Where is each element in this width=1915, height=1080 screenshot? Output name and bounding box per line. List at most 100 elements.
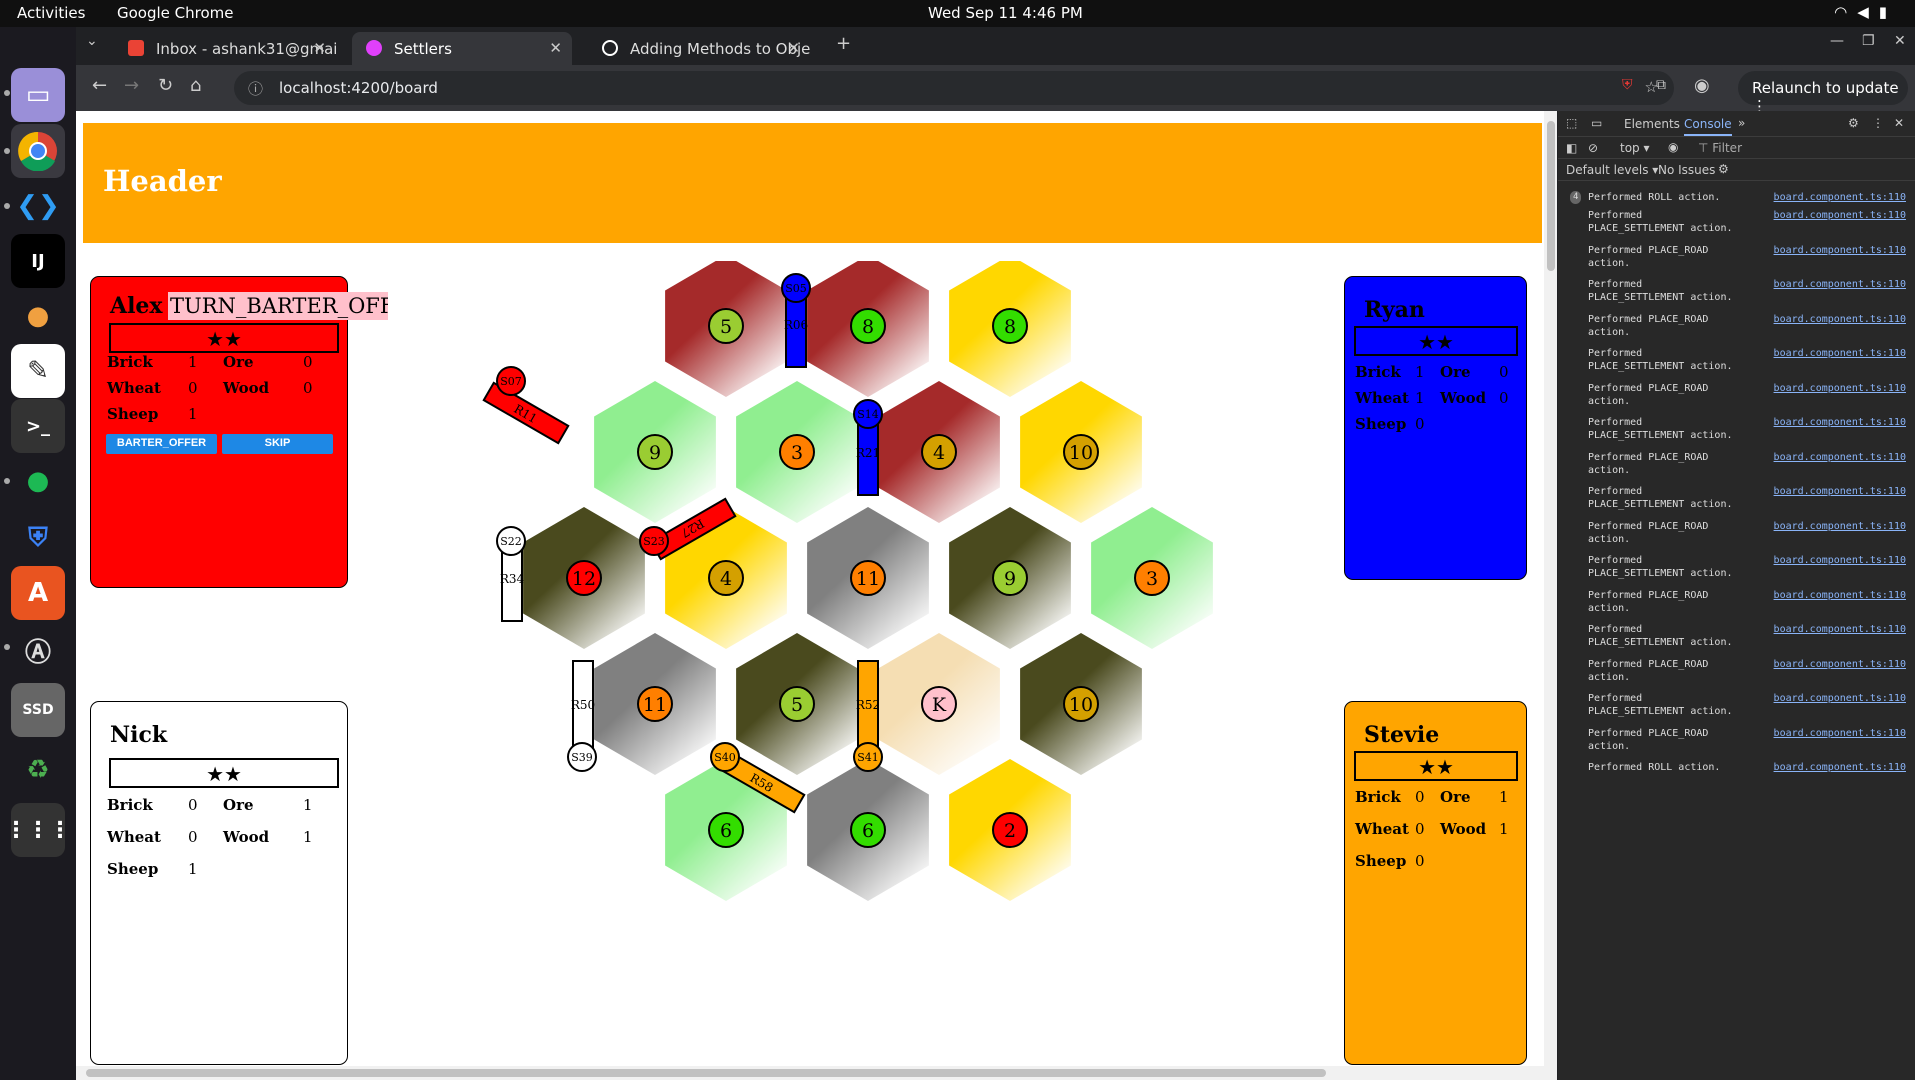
- profile-avatar[interactable]: ◉: [1694, 75, 1710, 96]
- log-source-link[interactable]: board.component.ts:110: [1774, 244, 1906, 257]
- app-menu[interactable]: Google Chrome: [117, 4, 234, 22]
- terminal-icon[interactable]: >_: [11, 399, 65, 453]
- hex-tile-ore[interactable]: 11: [807, 507, 929, 649]
- more-options-icon[interactable]: ⋮: [1872, 116, 1884, 130]
- app-center-icon[interactable]: A: [11, 566, 65, 620]
- log-source-link[interactable]: board.component.ts:110: [1774, 520, 1906, 533]
- clock[interactable]: Wed Sep 11 4:46 PM: [928, 4, 1083, 22]
- hex-tile-wood[interactable]: 10: [1020, 633, 1142, 775]
- hex-tile-wheat[interactable]: 2: [949, 759, 1071, 901]
- files-icon[interactable]: ▭: [11, 68, 65, 122]
- hex-tile-ore[interactable]: 11: [594, 633, 716, 775]
- close-tab-icon[interactable]: ✕: [787, 39, 800, 57]
- log-source-link[interactable]: board.component.ts:110: [1774, 382, 1906, 395]
- relaunch-button[interactable]: Relaunch to update ⋮: [1738, 71, 1908, 115]
- settlement-s23[interactable]: S23: [639, 526, 669, 556]
- minimize-icon[interactable]: —: [1830, 33, 1844, 49]
- clear-console-icon[interactable]: ⊘: [1588, 141, 1598, 155]
- chrome-icon[interactable]: [11, 124, 65, 178]
- reload-icon[interactable]: ↻: [158, 75, 173, 96]
- url-input[interactable]: ⓘ localhost:4200/board ☆: [234, 71, 1674, 105]
- site-info-icon[interactable]: ⓘ: [248, 78, 263, 99]
- trash-icon[interactable]: ♻: [11, 743, 65, 797]
- show-apps-icon[interactable]: ⋮⋮⋮: [5, 803, 71, 857]
- log-source-link[interactable]: board.component.ts:110: [1774, 313, 1906, 326]
- forward-icon[interactable]: →: [124, 75, 139, 96]
- tab-search-icon[interactable]: ⌄: [86, 33, 98, 49]
- barter-offer-button[interactable]: BARTER_OFFER: [106, 434, 217, 454]
- more-tabs-icon[interactable]: »: [1738, 116, 1745, 130]
- log-source-link[interactable]: board.component.ts:110: [1774, 727, 1906, 740]
- software-updater-icon[interactable]: Ⓐ: [11, 623, 65, 677]
- log-source-link[interactable]: board.component.ts:110: [1774, 347, 1906, 360]
- close-devtools-icon[interactable]: ✕: [1894, 116, 1904, 130]
- tab-adding-methods[interactable]: Adding Methods to Obje ✕: [588, 32, 810, 65]
- log-source-link[interactable]: board.component.ts:110: [1774, 554, 1906, 567]
- issues-counter[interactable]: No Issues: [1658, 163, 1715, 177]
- log-source-link[interactable]: board.component.ts:110: [1774, 692, 1906, 705]
- ublock-icon[interactable]: ⛨: [1622, 77, 1633, 93]
- filter-input[interactable]: ⊤ Filter: [1698, 141, 1742, 155]
- hex-tile-wheat[interactable]: 8: [949, 261, 1071, 397]
- activities-button[interactable]: Activities: [17, 4, 85, 22]
- new-tab-icon[interactable]: +: [836, 33, 851, 54]
- log-source-link[interactable]: board.component.ts:110: [1774, 451, 1906, 464]
- hex-tile-desert[interactable]: K: [878, 633, 1000, 775]
- road-r50[interactable]: R50: [571, 660, 595, 748]
- bitwarden-icon[interactable]: ⛨: [11, 511, 65, 565]
- home-icon[interactable]: ⌂: [190, 75, 201, 96]
- device-toolbar-icon[interactable]: ▭: [1591, 116, 1602, 130]
- close-tab-icon[interactable]: ✕: [549, 39, 562, 57]
- scroll-thumb[interactable]: [1547, 121, 1555, 271]
- tab-elements[interactable]: Elements: [1624, 117, 1680, 131]
- log-source-link[interactable]: board.component.ts:110: [1774, 416, 1906, 429]
- hex-tile-sheep[interactable]: 3: [1091, 507, 1213, 649]
- tab-inbox[interactable]: Inbox - ashank31@gmail ✕: [114, 32, 336, 65]
- vscode-icon[interactable]: ❮❯: [11, 179, 65, 233]
- hex-tile-brick[interactable]: 5: [665, 261, 787, 397]
- ssd-drive-icon[interactable]: SSD: [11, 683, 65, 737]
- log-source-link[interactable]: board.component.ts:110: [1774, 209, 1906, 222]
- settlement-s41[interactable]: S41: [853, 742, 883, 772]
- log-source-link[interactable]: board.component.ts:110: [1774, 278, 1906, 291]
- settlement-s39[interactable]: S39: [567, 742, 597, 772]
- tab-console[interactable]: Console: [1684, 117, 1732, 136]
- settlement-s07[interactable]: S07: [496, 366, 526, 396]
- console-settings-icon[interactable]: ⚙: [1718, 162, 1729, 176]
- hex-tile-brick[interactable]: 4: [878, 381, 1000, 523]
- hex-tile-wood[interactable]: 12: [523, 507, 645, 649]
- hex-tile-wood[interactable]: 5: [736, 633, 858, 775]
- hex-tile-brick[interactable]: 8: [807, 261, 929, 397]
- scroll-thumb[interactable]: [86, 1069, 1326, 1077]
- hex-tile-sheep[interactable]: 3: [736, 381, 858, 523]
- settings-gear-icon[interactable]: ⚙: [1848, 116, 1859, 130]
- eye-icon[interactable]: ◉: [1668, 140, 1678, 154]
- close-tab-icon[interactable]: ✕: [313, 39, 326, 57]
- log-source-link[interactable]: board.component.ts:110: [1774, 658, 1906, 671]
- log-source-link[interactable]: board.component.ts:110: [1774, 191, 1906, 204]
- settlement-s40[interactable]: S40: [710, 742, 740, 772]
- page-horizontal-scrollbar[interactable]: [76, 1066, 1557, 1080]
- sidebar-toggle-icon[interactable]: ◧: [1566, 141, 1577, 155]
- context-select[interactable]: top ▾: [1620, 141, 1650, 155]
- system-tray[interactable]: ◠◀▮: [1834, 3, 1897, 21]
- hex-tile-ore[interactable]: 6: [807, 759, 929, 901]
- road-r11[interactable]: R11: [482, 381, 570, 445]
- inkscape-icon[interactable]: ✎: [11, 344, 65, 398]
- close-window-icon[interactable]: ✕: [1894, 33, 1906, 49]
- dog-app-icon[interactable]: ●: [11, 289, 65, 343]
- hex-tile-wheat[interactable]: 10: [1020, 381, 1142, 523]
- log-levels-dropdown[interactable]: Default levels ▾: [1566, 163, 1658, 177]
- log-source-link[interactable]: board.component.ts:110: [1774, 589, 1906, 602]
- settlement-s22[interactable]: S22: [496, 526, 526, 556]
- hex-tile-wood[interactable]: 9: [949, 507, 1071, 649]
- log-source-link[interactable]: board.component.ts:110: [1774, 485, 1906, 498]
- tab-settlers[interactable]: Settlers ✕: [352, 32, 572, 65]
- skip-button[interactable]: SKIP: [222, 434, 333, 454]
- log-source-link[interactable]: board.component.ts:110: [1774, 623, 1906, 636]
- settlement-s05[interactable]: S05: [781, 273, 811, 303]
- extensions-icon[interactable]: ⧉: [1656, 77, 1666, 93]
- back-icon[interactable]: ←: [92, 75, 107, 96]
- intellij-icon[interactable]: IJ: [11, 234, 65, 288]
- settlement-s14[interactable]: S14: [853, 399, 883, 429]
